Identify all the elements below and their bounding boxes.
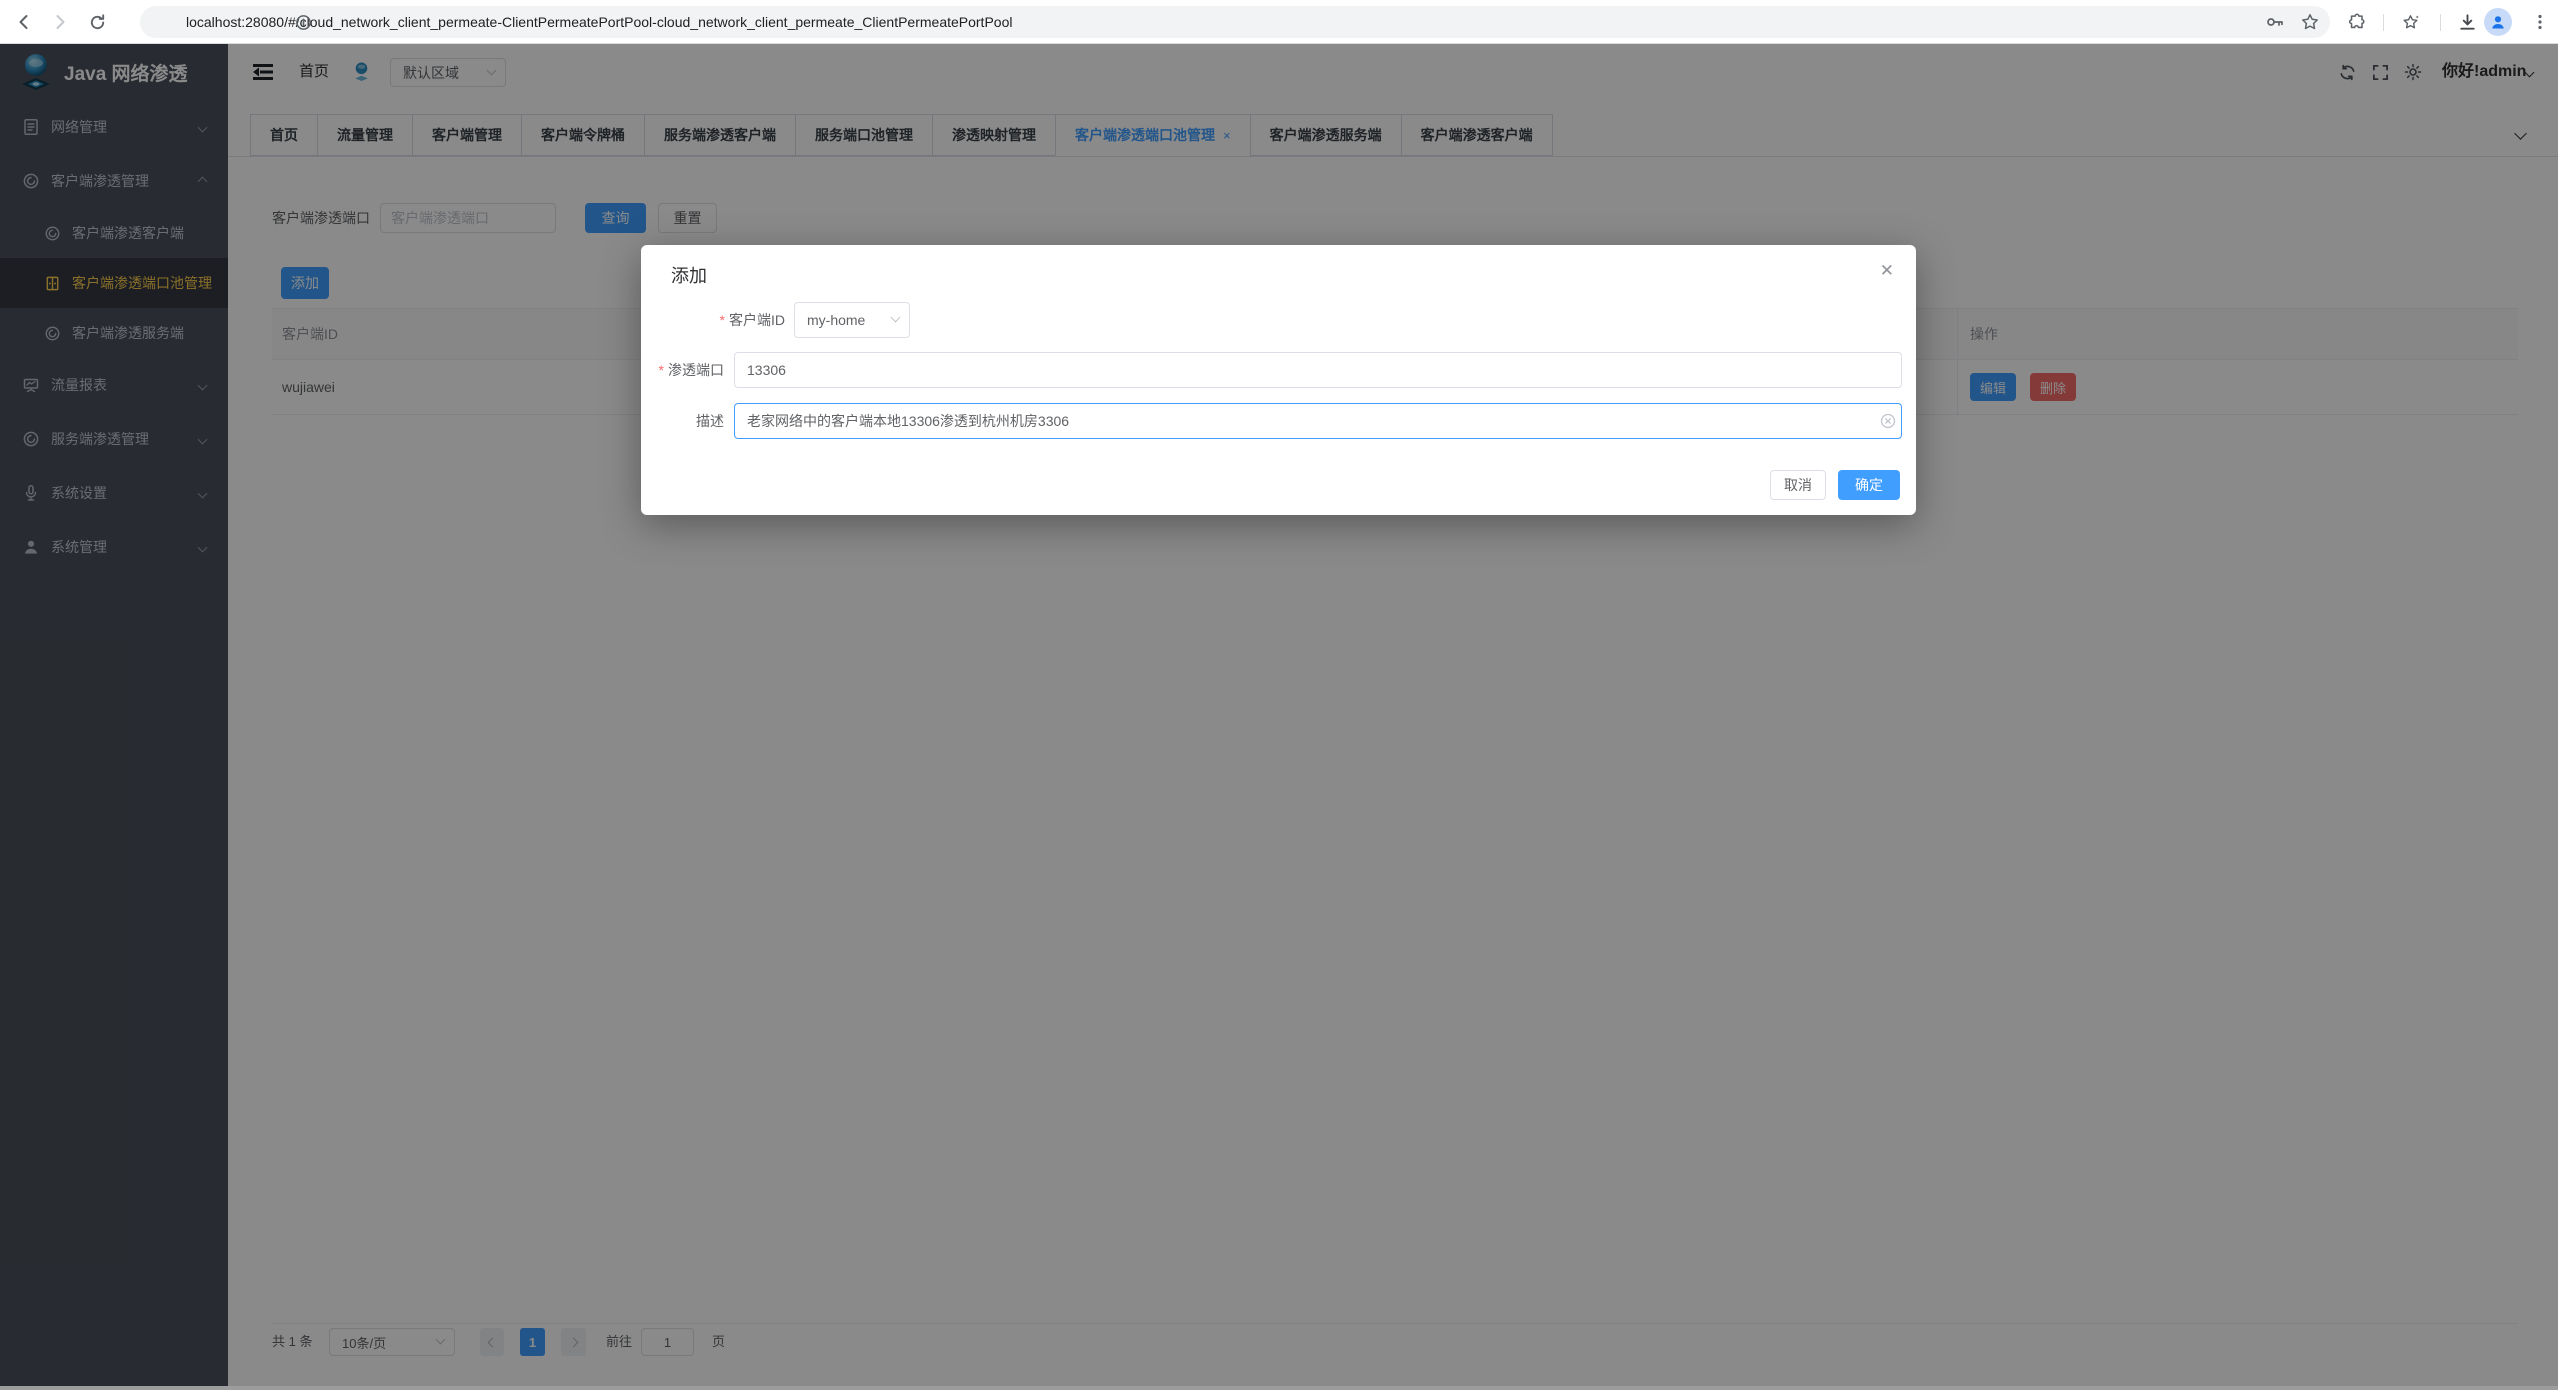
extensions-icon[interactable] [2343,0,2371,44]
window-bottom-edge [0,1386,2558,1390]
dialog-footer: 取消 确定 [1770,470,1900,500]
form-row-description: 描述 [641,403,1916,439]
toolbar-divider [2440,14,2441,31]
form-row-port: *渗透端口 [641,352,1916,388]
clear-input-icon[interactable] [1880,413,1896,434]
description-input[interactable] [734,403,1902,439]
cancel-button[interactable]: 取消 [1770,470,1826,500]
confirm-button[interactable]: 确定 [1838,470,1900,500]
reload-icon[interactable] [83,0,111,44]
port-input[interactable] [734,352,1902,388]
profile-avatar[interactable] [2483,0,2513,44]
field-label: *渗透端口 [641,352,724,388]
browser-menu-icon[interactable] [2528,0,2552,44]
site-info-icon[interactable] [292,6,314,38]
add-dialog: 添加 ✕ *客户端ID my-home *渗透端口 描述 取消 确定 [641,245,1916,515]
sparkle-star-icon[interactable] [2396,0,2424,44]
chevron-down-icon [891,313,901,323]
back-icon[interactable] [10,0,38,44]
field-label: 描述 [641,403,724,439]
client-id-select[interactable]: my-home [794,302,910,338]
toolbar-divider [2383,14,2384,31]
password-key-icon[interactable] [2264,6,2286,38]
required-mark: * [720,312,725,328]
required-mark: * [659,362,664,378]
dialog-title: 添加 [671,262,707,288]
forward-icon[interactable] [46,0,74,44]
download-icon[interactable] [2453,0,2481,44]
close-icon[interactable]: ✕ [1880,261,1894,281]
bookmark-star-icon[interactable] [2300,6,2320,38]
browser-toolbar: localhost:28080/#/cloud_network_client_p… [0,0,2558,44]
client-id-value: my-home [807,312,865,328]
form-row-client-id: *客户端ID my-home [641,302,1916,338]
address-bar[interactable]: localhost:28080/#/cloud_network_client_p… [140,6,2330,38]
field-label: *客户端ID [641,302,785,338]
